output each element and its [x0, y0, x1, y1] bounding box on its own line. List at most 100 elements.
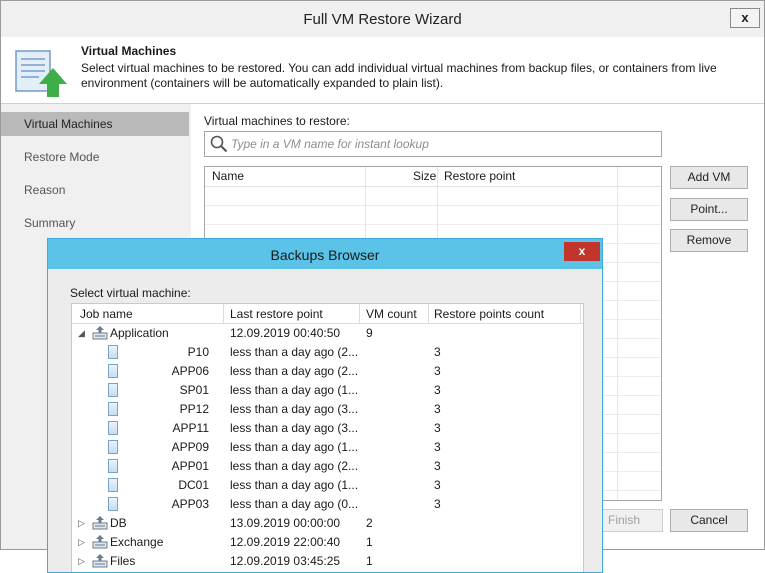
tree-row-job[interactable]: ▷ DB 13.09.2019 00:00:00 2	[72, 514, 583, 533]
tree-row-job[interactable]: ◢ Application 12.09.2019 00:40:50 9	[72, 324, 583, 343]
vm-search-input[interactable]	[231, 135, 651, 153]
vm-icon	[108, 421, 118, 435]
last-restore-point: less than a day ago (3...	[230, 402, 359, 416]
cancel-button[interactable]: Cancel	[670, 509, 748, 532]
column-vm-count[interactable]: VM count	[366, 307, 417, 321]
column-restore-point[interactable]: Restore point	[444, 169, 515, 183]
header-divider	[223, 304, 224, 323]
job-name: Application	[110, 326, 169, 340]
vm-name: APP09	[171, 440, 209, 454]
vm-count: 1	[366, 554, 373, 568]
last-restore-point: 12.09.2019 22:00:40	[230, 535, 341, 549]
vm-name: APP03	[171, 497, 209, 511]
wizard-title: Full VM Restore Wizard	[303, 11, 462, 28]
tree-row-vm[interactable]: SP01 less than a day ago (1... 3	[72, 381, 583, 400]
backup-job-icon	[92, 535, 108, 549]
vm-list-label: Virtual machines to restore:	[204, 114, 350, 128]
backup-tree[interactable]: Job name Last restore point VM count Res…	[71, 303, 584, 572]
add-vm-button[interactable]: Add VM	[670, 166, 748, 189]
point-button[interactable]: Point...	[670, 198, 748, 221]
last-restore-point: 13.09.2019 00:00:00	[230, 516, 341, 530]
vm-count: 1	[366, 535, 373, 549]
backup-job-icon	[92, 516, 108, 530]
vm-count: 2	[366, 516, 373, 530]
column-size[interactable]: Size	[413, 169, 436, 183]
tree-row-vm[interactable]: PP12 less than a day ago (3... 3	[72, 400, 583, 419]
last-restore-point: less than a day ago (1...	[230, 440, 359, 454]
grid-divider	[617, 167, 618, 500]
restore-points-count: 3	[434, 402, 441, 416]
vm-icon	[108, 364, 118, 378]
step-heading: Virtual Machines	[81, 44, 177, 58]
restore-points-count: 3	[434, 459, 441, 473]
header-divider	[359, 304, 360, 323]
vm-icon	[108, 345, 118, 359]
tree-row-vm[interactable]: APP09 less than a day ago (1... 3	[72, 438, 583, 457]
vm-name: SP01	[179, 383, 209, 397]
vm-grid-header: Name Size Restore point	[205, 167, 661, 187]
restore-points-count: 3	[434, 497, 441, 511]
backup-job-icon	[92, 326, 108, 340]
last-restore-point: less than a day ago (2...	[230, 345, 359, 359]
remove-button[interactable]: Remove	[670, 229, 748, 252]
restore-points-count: 3	[434, 345, 441, 359]
step-virtual-machines[interactable]: Virtual Machines	[1, 112, 189, 136]
column-restore-points-count[interactable]: Restore points count	[434, 307, 544, 321]
tree-row-vm[interactable]: P10 less than a day ago (2... 3	[72, 343, 583, 362]
backups-browser-dialog: Backups Browser x Select virtual machine…	[47, 238, 603, 573]
last-restore-point: 12.09.2019 00:40:50	[230, 326, 341, 340]
vm-icon	[108, 383, 118, 397]
column-job-name[interactable]: Job name	[80, 307, 133, 321]
vm-icon	[108, 459, 118, 473]
step-reason[interactable]: Reason	[1, 178, 191, 202]
header-divider	[428, 304, 429, 323]
collapse-arrow-icon[interactable]: ◢	[78, 328, 85, 339]
step-restore-mode[interactable]: Restore Mode	[1, 145, 191, 169]
backups-browser-close-button[interactable]: x	[564, 242, 600, 261]
expand-arrow-icon[interactable]: ▷	[78, 518, 85, 529]
job-name: Exchange	[110, 535, 164, 549]
step-summary[interactable]: Summary	[1, 211, 191, 235]
tree-row-vm[interactable]: DC01 less than a day ago (1... 3	[72, 476, 583, 495]
select-vm-label: Select virtual machine:	[70, 286, 191, 300]
tree-row-vm[interactable]: APP01 less than a day ago (2... 3	[72, 457, 583, 476]
vm-icon	[108, 440, 118, 454]
vm-name: PP12	[179, 402, 209, 416]
header-divider	[580, 304, 581, 323]
tree-row-vm[interactable]: APP06 less than a day ago (2... 3	[72, 362, 583, 381]
last-restore-point: 12.09.2019 03:45:25	[230, 554, 341, 568]
tree-row-job[interactable]: ▷ Exchange 12.09.2019 22:00:40 1	[72, 533, 583, 552]
restore-points-count: 3	[434, 440, 441, 454]
wizard-close-button[interactable]: x	[730, 8, 760, 28]
tree-header: Job name Last restore point VM count Res…	[72, 304, 583, 324]
restore-points-count: 3	[434, 383, 441, 397]
tree-row-vm[interactable]: APP11 less than a day ago (3... 3	[72, 419, 583, 438]
vm-name: APP11	[172, 421, 209, 435]
backups-browser-title: Backups Browser	[270, 247, 380, 263]
restore-points-count: 3	[434, 421, 441, 435]
last-restore-point: less than a day ago (3...	[230, 421, 359, 435]
expand-arrow-icon[interactable]: ▷	[78, 537, 85, 548]
vm-name: DC01	[178, 478, 209, 492]
column-name[interactable]: Name	[212, 169, 244, 183]
vm-icon	[108, 402, 118, 416]
vm-icon	[108, 478, 118, 492]
last-restore-point: less than a day ago (1...	[230, 383, 359, 397]
vm-search-box[interactable]	[204, 131, 662, 157]
vm-icon	[108, 497, 118, 511]
tree-row-vm[interactable]: APP03 less than a day ago (0... 3	[72, 495, 583, 514]
search-icon	[210, 135, 228, 153]
last-restore-point: less than a day ago (2...	[230, 459, 359, 473]
step-description: Select virtual machines to be restored. …	[81, 61, 717, 90]
last-restore-point: less than a day ago (0...	[230, 497, 359, 511]
backup-job-icon	[92, 554, 108, 568]
expand-arrow-icon[interactable]: ▷	[78, 556, 85, 567]
tree-row-job[interactable]: ▷ Files 12.09.2019 03:45:25 1	[72, 552, 583, 571]
restore-points-count: 3	[434, 364, 441, 378]
last-restore-point: less than a day ago (1...	[230, 478, 359, 492]
job-name: DB	[110, 516, 127, 530]
vm-name: P10	[187, 345, 209, 359]
vm-name: APP01	[171, 459, 209, 473]
column-last-restore-point[interactable]: Last restore point	[230, 307, 323, 321]
restore-arrow-icon	[15, 50, 67, 97]
